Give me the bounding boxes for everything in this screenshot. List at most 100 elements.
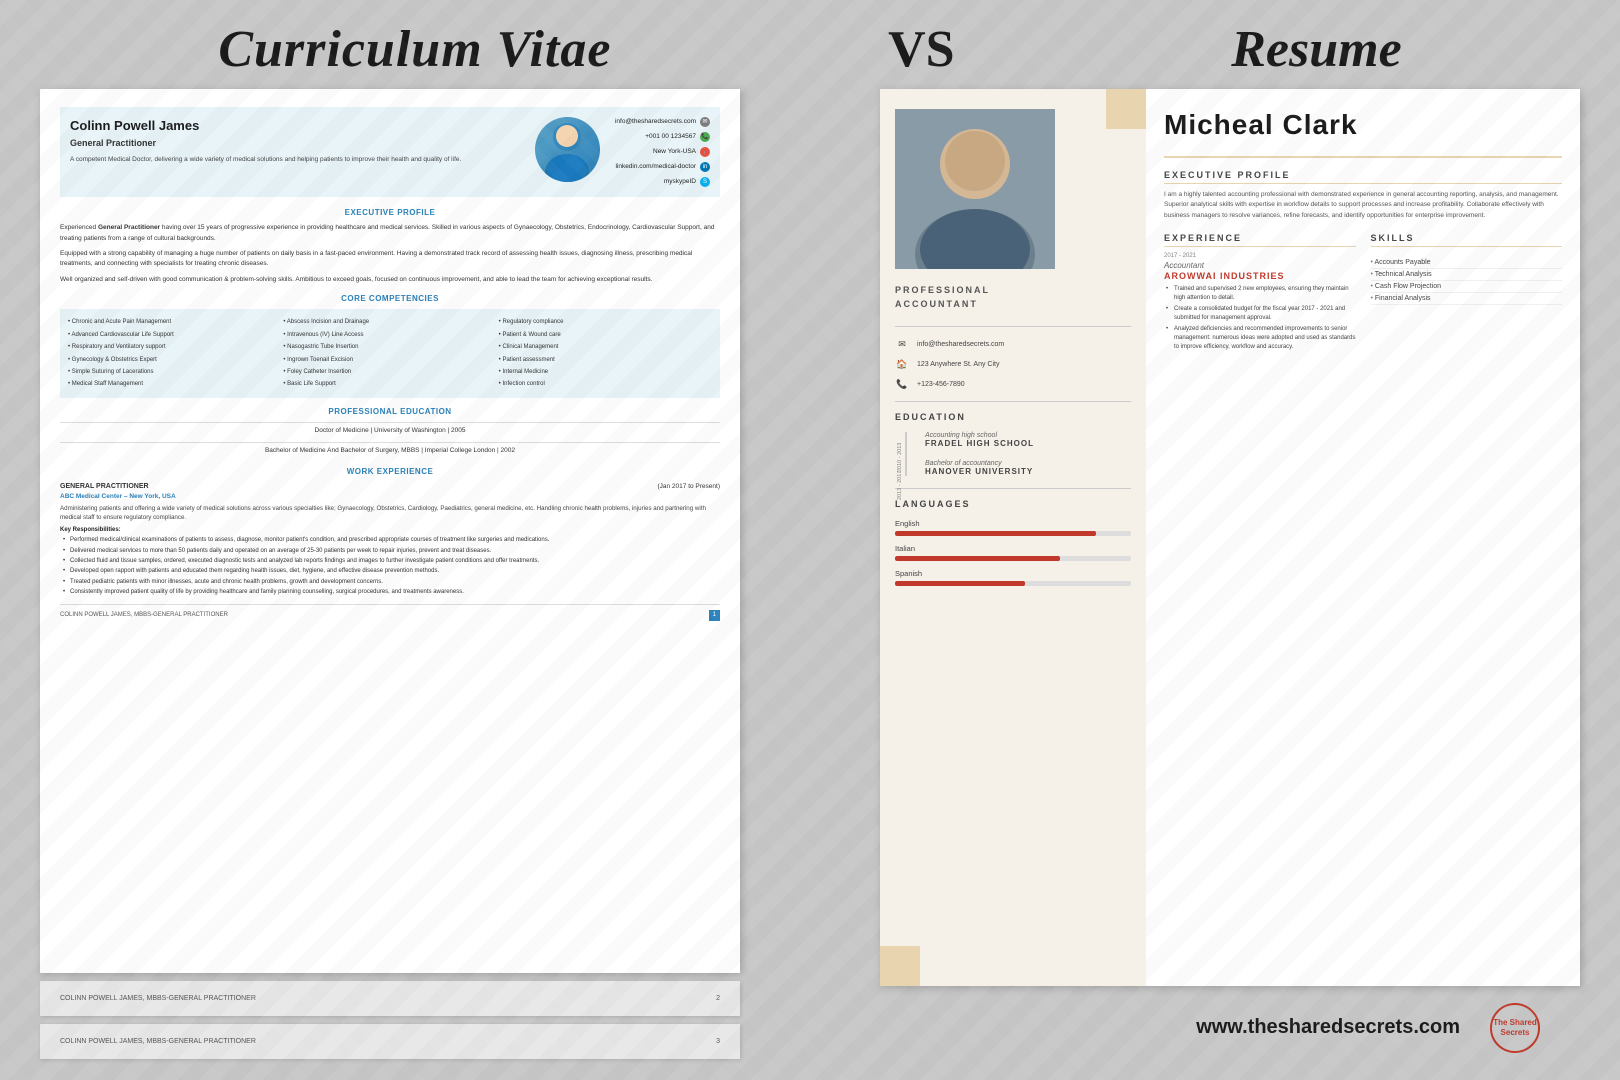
- cv-title: Curriculum Vitae: [218, 20, 611, 79]
- cv-page-2: COLINN POWELL JAMES, MBBS-GENERAL PRACTI…: [40, 981, 740, 1016]
- lang-spanish: Spanish: [895, 569, 1131, 586]
- exec-profile-text3: Well organized and self-driven with good…: [60, 275, 720, 285]
- work-job-title: GENERAL PRACTITIONER: [60, 482, 176, 492]
- exp-bullet-1: Trained and supervised 2 new employees, …: [1164, 285, 1356, 303]
- comp-2: Abscess Incision and Drainage: [283, 317, 496, 327]
- resume-email: ✉ info@thesharedsecrets.com: [895, 337, 1131, 351]
- edu-degree-1: Accounting high school: [925, 432, 1131, 439]
- cv-footer-1: COLINN POWELL JAMES, MBBS-GENERAL PRACTI…: [60, 604, 720, 620]
- comp-14: Foley Catheter Insertion: [283, 367, 496, 377]
- exec-profile-text1: Experienced General Practitioner having …: [60, 223, 720, 244]
- edu-school-1: FRADEL HIGH SCHOOL: [925, 439, 1131, 448]
- exp-job-title: Accountant: [1164, 261, 1356, 270]
- cv-contact: info@thesharedsecrets.com ✉ +001 00 1234…: [615, 117, 710, 187]
- cv-page2-num: 2: [716, 995, 720, 1002]
- lang-english: English: [895, 519, 1131, 536]
- skype-icon: S: [700, 177, 710, 187]
- cv-description: A competent Medical Doctor, delivering a…: [70, 155, 520, 165]
- resume-right-header: Micheal Clark: [1164, 109, 1562, 158]
- skill-1: Accounts Payable: [1371, 257, 1563, 269]
- cv-photo: [535, 117, 600, 182]
- phone-icon-resume: 📞: [895, 377, 909, 391]
- work-header: GENERAL PRACTITIONER ABC Medical Center …: [60, 482, 720, 501]
- core-competencies-title: CORE COMPETENCIES: [60, 293, 720, 304]
- exec-profile-title-right: EXECUTIVE PROFILE: [1164, 170, 1562, 184]
- lang-section-title: LANGUAGES: [895, 499, 1131, 509]
- edu-2: Bachelor of Medicine And Bachelor of Sur…: [60, 442, 720, 458]
- work-description: Administering patients and offering a wi…: [60, 504, 720, 523]
- cv-page-3: COLINN POWELL JAMES, MBBS-GENERAL PRACTI…: [40, 1024, 740, 1059]
- exp-year: 2017 - 2021: [1164, 253, 1356, 259]
- exp-bullet-2: Create a consolidated budget for the fis…: [1164, 305, 1356, 323]
- cv-phone: +001 00 1234567 📞: [615, 132, 710, 142]
- resume-right-col: Micheal Clark EXECUTIVE PROFILE I am a h…: [1146, 89, 1580, 986]
- logo-circle: The Shared Secrets: [1490, 1003, 1540, 1053]
- work-bullet-2: Delivered medical services to more than …: [60, 547, 720, 555]
- comp-15: Internal Medicine: [499, 367, 712, 377]
- cv-location: New York-USA 📍: [615, 147, 710, 157]
- work-bullet-1: Performed medical/clinical examinations …: [60, 536, 720, 544]
- work-bullet-6: Consistently improved patient quality of…: [60, 588, 720, 596]
- edu-title: PROFESSIONAL EDUCATION: [60, 406, 720, 417]
- cv-section: Colinn Powell James General Practitioner…: [40, 89, 740, 1059]
- cv-footer-text-1: COLINN POWELL JAMES, MBBS-GENERAL PRACTI…: [60, 611, 228, 619]
- comp-12: Patient assessment: [499, 355, 712, 365]
- cv-job-title: General Practitioner: [70, 137, 520, 150]
- address-icon-resume: 🏠: [895, 357, 909, 371]
- phone-icon: 📞: [700, 132, 710, 142]
- skills-title: SKILLS: [1371, 233, 1563, 247]
- main-content: Colinn Powell James General Practitioner…: [0, 89, 1620, 1059]
- resume-left-col: PROFESSIONAL ACCOUNTANT ✉ info@theshared…: [880, 89, 1146, 986]
- cv-header: Colinn Powell James General Practitioner…: [60, 107, 720, 197]
- edu-1: Doctor of Medicine | University of Washi…: [60, 422, 720, 438]
- comp-9: Clinical Management: [499, 342, 712, 352]
- comp-4: Advanced Cardiovascular Life Support: [68, 330, 281, 340]
- edu-year-2: 2013 - 2017: [897, 460, 903, 500]
- logo-line1: The Shared: [1493, 1018, 1537, 1028]
- edu-degree-2: Bachelor of accountancy: [925, 460, 1131, 467]
- lang-english-label: English: [895, 519, 1131, 528]
- cv-skype: myskypeID S: [615, 177, 710, 187]
- comp-10: Gynecology & Obstetrics Expert: [68, 355, 281, 365]
- email-icon: ✉: [700, 117, 710, 127]
- skill-2: Technical Analysis: [1371, 269, 1563, 281]
- resume-name: Micheal Clark: [1164, 109, 1562, 141]
- skills-col: SKILLS Accounts Payable Technical Analys…: [1371, 233, 1563, 360]
- lang-english-bar: [895, 531, 1096, 536]
- exp-title: EXPERIENCE: [1164, 233, 1356, 247]
- lang-english-bar-bg: [895, 531, 1131, 536]
- lang-italian-bar-bg: [895, 556, 1131, 561]
- lang-spanish-bar: [895, 581, 1025, 586]
- resume-job-title: PROFESSIONAL ACCOUNTANT: [895, 284, 1131, 311]
- logo-line2: Secrets: [1493, 1028, 1537, 1038]
- lang-spanish-bar-bg: [895, 581, 1131, 586]
- exec-profile-text-right: I am a highly talented accounting profes…: [1164, 190, 1562, 221]
- page-num-1: 1: [709, 610, 720, 620]
- work-date: (Jan 2017 to Present): [657, 482, 720, 501]
- edu-school-2: HANOVER UNIVERSITY: [925, 467, 1131, 476]
- comp-7: Respiratory and Ventilatory support: [68, 342, 281, 352]
- cv-page3-num: 3: [716, 1038, 720, 1045]
- comp-17: Basic Life Support: [283, 379, 496, 389]
- skill-3: Cash Flow Projection: [1371, 281, 1563, 293]
- lang-italian: Italian: [895, 544, 1131, 561]
- skills-section: Accounts Payable Technical Analysis Cash…: [1371, 257, 1563, 305]
- cv-header-info: Colinn Powell James General Practitioner…: [70, 117, 520, 187]
- work-bullet-3: Collected fluid and tissue samples, orde…: [60, 557, 720, 565]
- resume-phone: 📞 +123-456-7890: [895, 377, 1131, 391]
- exp-item-1: 2017 - 2021 Accountant AROWWAI INDUSTRIE…: [1164, 253, 1356, 352]
- divider-1: [895, 326, 1131, 327]
- resume-address: 🏠 123 Anywhere St. Any City: [895, 357, 1131, 371]
- work-company: ABC Medical Center – New York, USA: [60, 492, 176, 501]
- cv-page3-text: COLINN POWELL JAMES, MBBS-GENERAL PRACTI…: [60, 1038, 256, 1045]
- comp-8: Nasogastric Tube Insertion: [283, 342, 496, 352]
- skill-4: Financial Analysis: [1371, 293, 1563, 305]
- comp-1: Chronic and Acute Pain Management: [68, 317, 281, 327]
- cv-name: Colinn Powell James: [70, 117, 520, 135]
- exec-profile-text2: Equipped with a strong capability of man…: [60, 249, 720, 270]
- edu-item-1: 2010 - 2013 Accounting high school FRADE…: [925, 432, 1131, 448]
- experience-col: EXPERIENCE 2017 - 2021 Accountant AROWWA…: [1164, 233, 1356, 360]
- work-bullet-4: Developed open rapport with patients and…: [60, 567, 720, 575]
- comp-5: Intravenous (IV) Line Access: [283, 330, 496, 340]
- resume-page: PROFESSIONAL ACCOUNTANT ✉ info@theshared…: [880, 89, 1580, 986]
